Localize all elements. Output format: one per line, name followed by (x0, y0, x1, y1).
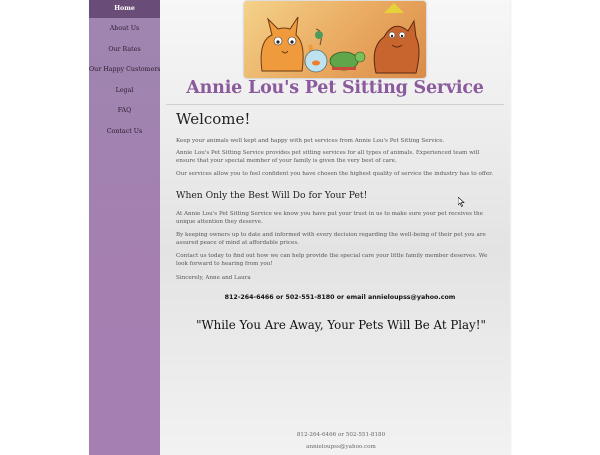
fishbowl-icon (304, 28, 328, 73)
nav-item-faq[interactable]: FAQ (89, 101, 160, 122)
nav-item-legal[interactable]: Legal (89, 81, 160, 102)
turtle-icon (329, 51, 366, 71)
contact-line: 812-264-6466 or 502-551-8180 or email an… (224, 294, 456, 301)
slogan: "While You Are Away, Your Pets Will Be A… (196, 318, 486, 332)
body-paragraph-2: By keeping owners up to date and informe… (176, 232, 486, 247)
signature: Sincerely, Anne and Laura (176, 275, 251, 281)
pets-illustration-icon (260, 3, 420, 74)
cat-icon (260, 16, 314, 72)
site-title: Annie Lou's Pet Sitting Service (186, 78, 484, 98)
section-subheading: When Only the Best Will Do for Your Pet! (176, 190, 368, 201)
nav-item-our-rates[interactable]: Our Rates (89, 40, 160, 61)
nav-item-contact-us[interactable]: Contact Us (89, 122, 160, 143)
mouse-pointer-icon (458, 197, 465, 207)
nav-item-about-us[interactable]: About Us (89, 19, 160, 40)
sidebar-nav: Home About Us Our Rates Our Happy Custom… (89, 0, 160, 455)
body-paragraph-1: At Annie Lou's Pet Sitting Service we kn… (176, 211, 483, 226)
footer-email[interactable]: annieloupss@yahoo.com (160, 444, 522, 450)
intro-paragraph-2: Annie Lou's Pet Sitting Service provides… (176, 150, 480, 165)
footer-phone: 812-264-6466 or 502-551-8180 (296, 432, 386, 438)
nav-item-home[interactable]: Home (89, 0, 160, 18)
pets-banner-image (244, 1, 426, 78)
divider (166, 104, 504, 105)
intro-paragraph-1: Keep your animals well kept and happy wi… (176, 138, 445, 144)
dog-icon (373, 3, 420, 74)
main-content: Annie Lou's Pet Sitting Service Welcome!… (160, 0, 510, 455)
body-paragraph-3: Contact us today to find out how we can … (176, 253, 488, 268)
welcome-heading: Welcome! (176, 110, 251, 128)
intro-paragraph-3: Our services allow you to feel confident… (176, 171, 494, 177)
nav-item-happy-customers[interactable]: Our Happy Customers (89, 60, 160, 81)
